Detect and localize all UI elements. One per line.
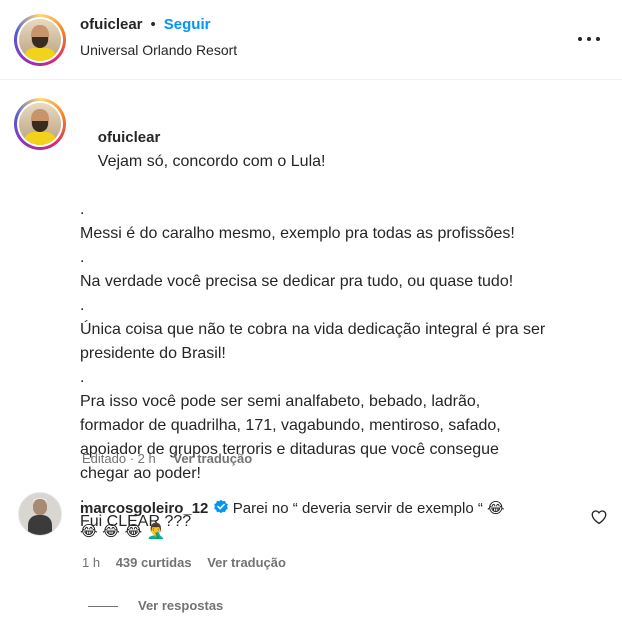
caption-author-avatar[interactable] bbox=[14, 98, 66, 150]
comment-translate-link[interactable]: Ver tradução bbox=[207, 555, 286, 570]
caption: ofuiclear Vejam só, concordo com o Lula!… bbox=[80, 102, 605, 534]
replies-divider bbox=[88, 606, 118, 607]
comment-likes[interactable]: 439 curtidas bbox=[116, 555, 192, 570]
follow-button[interactable]: Seguir bbox=[164, 16, 211, 33]
separator-dot: • bbox=[150, 16, 156, 33]
more-options-icon[interactable] bbox=[578, 30, 600, 48]
caption-time[interactable]: 2 h bbox=[138, 451, 156, 466]
comment-time[interactable]: 1 h bbox=[82, 555, 100, 570]
view-replies-label[interactable]: Ver respostas bbox=[138, 598, 223, 613]
post-header: ofuiclear • Seguir Universal Orlando Res… bbox=[0, 0, 622, 80]
caption-translate-link[interactable]: Ver tradução bbox=[173, 451, 252, 466]
like-comment-heart-icon[interactable] bbox=[590, 508, 608, 526]
commenter-avatar[interactable] bbox=[18, 492, 62, 536]
comment-emojis: 😂 😂 😂 🤦‍♂️ bbox=[80, 522, 166, 540]
commenter-username[interactable]: marcosgoleiro_12 bbox=[80, 500, 208, 517]
location-link[interactable]: Universal Orlando Resort bbox=[80, 42, 237, 58]
edited-label: Editado bbox=[82, 451, 127, 466]
caption-first-line: Vejam só, concordo com o Lula! bbox=[97, 153, 326, 170]
author-avatar[interactable] bbox=[14, 14, 66, 66]
verified-badge-icon bbox=[213, 499, 228, 514]
author-username[interactable]: ofuiclear bbox=[80, 16, 143, 33]
caption-body: . Messi é do caralho mesmo, exemplo pra … bbox=[80, 201, 546, 530]
view-replies-button[interactable]: Ver respostas bbox=[138, 598, 223, 613]
comment: marcosgoleiro_12 Parei no “ deveria serv… bbox=[80, 498, 580, 542]
caption-username[interactable]: ofuiclear bbox=[98, 129, 161, 146]
caption-meta: Editado · 2 h Ver tradução bbox=[82, 451, 253, 466]
comment-meta: 1 h 439 curtidas Ver tradução bbox=[82, 555, 286, 570]
comment-text: Parei no “ deveria servir de exemplo “ 😂 bbox=[232, 500, 505, 517]
